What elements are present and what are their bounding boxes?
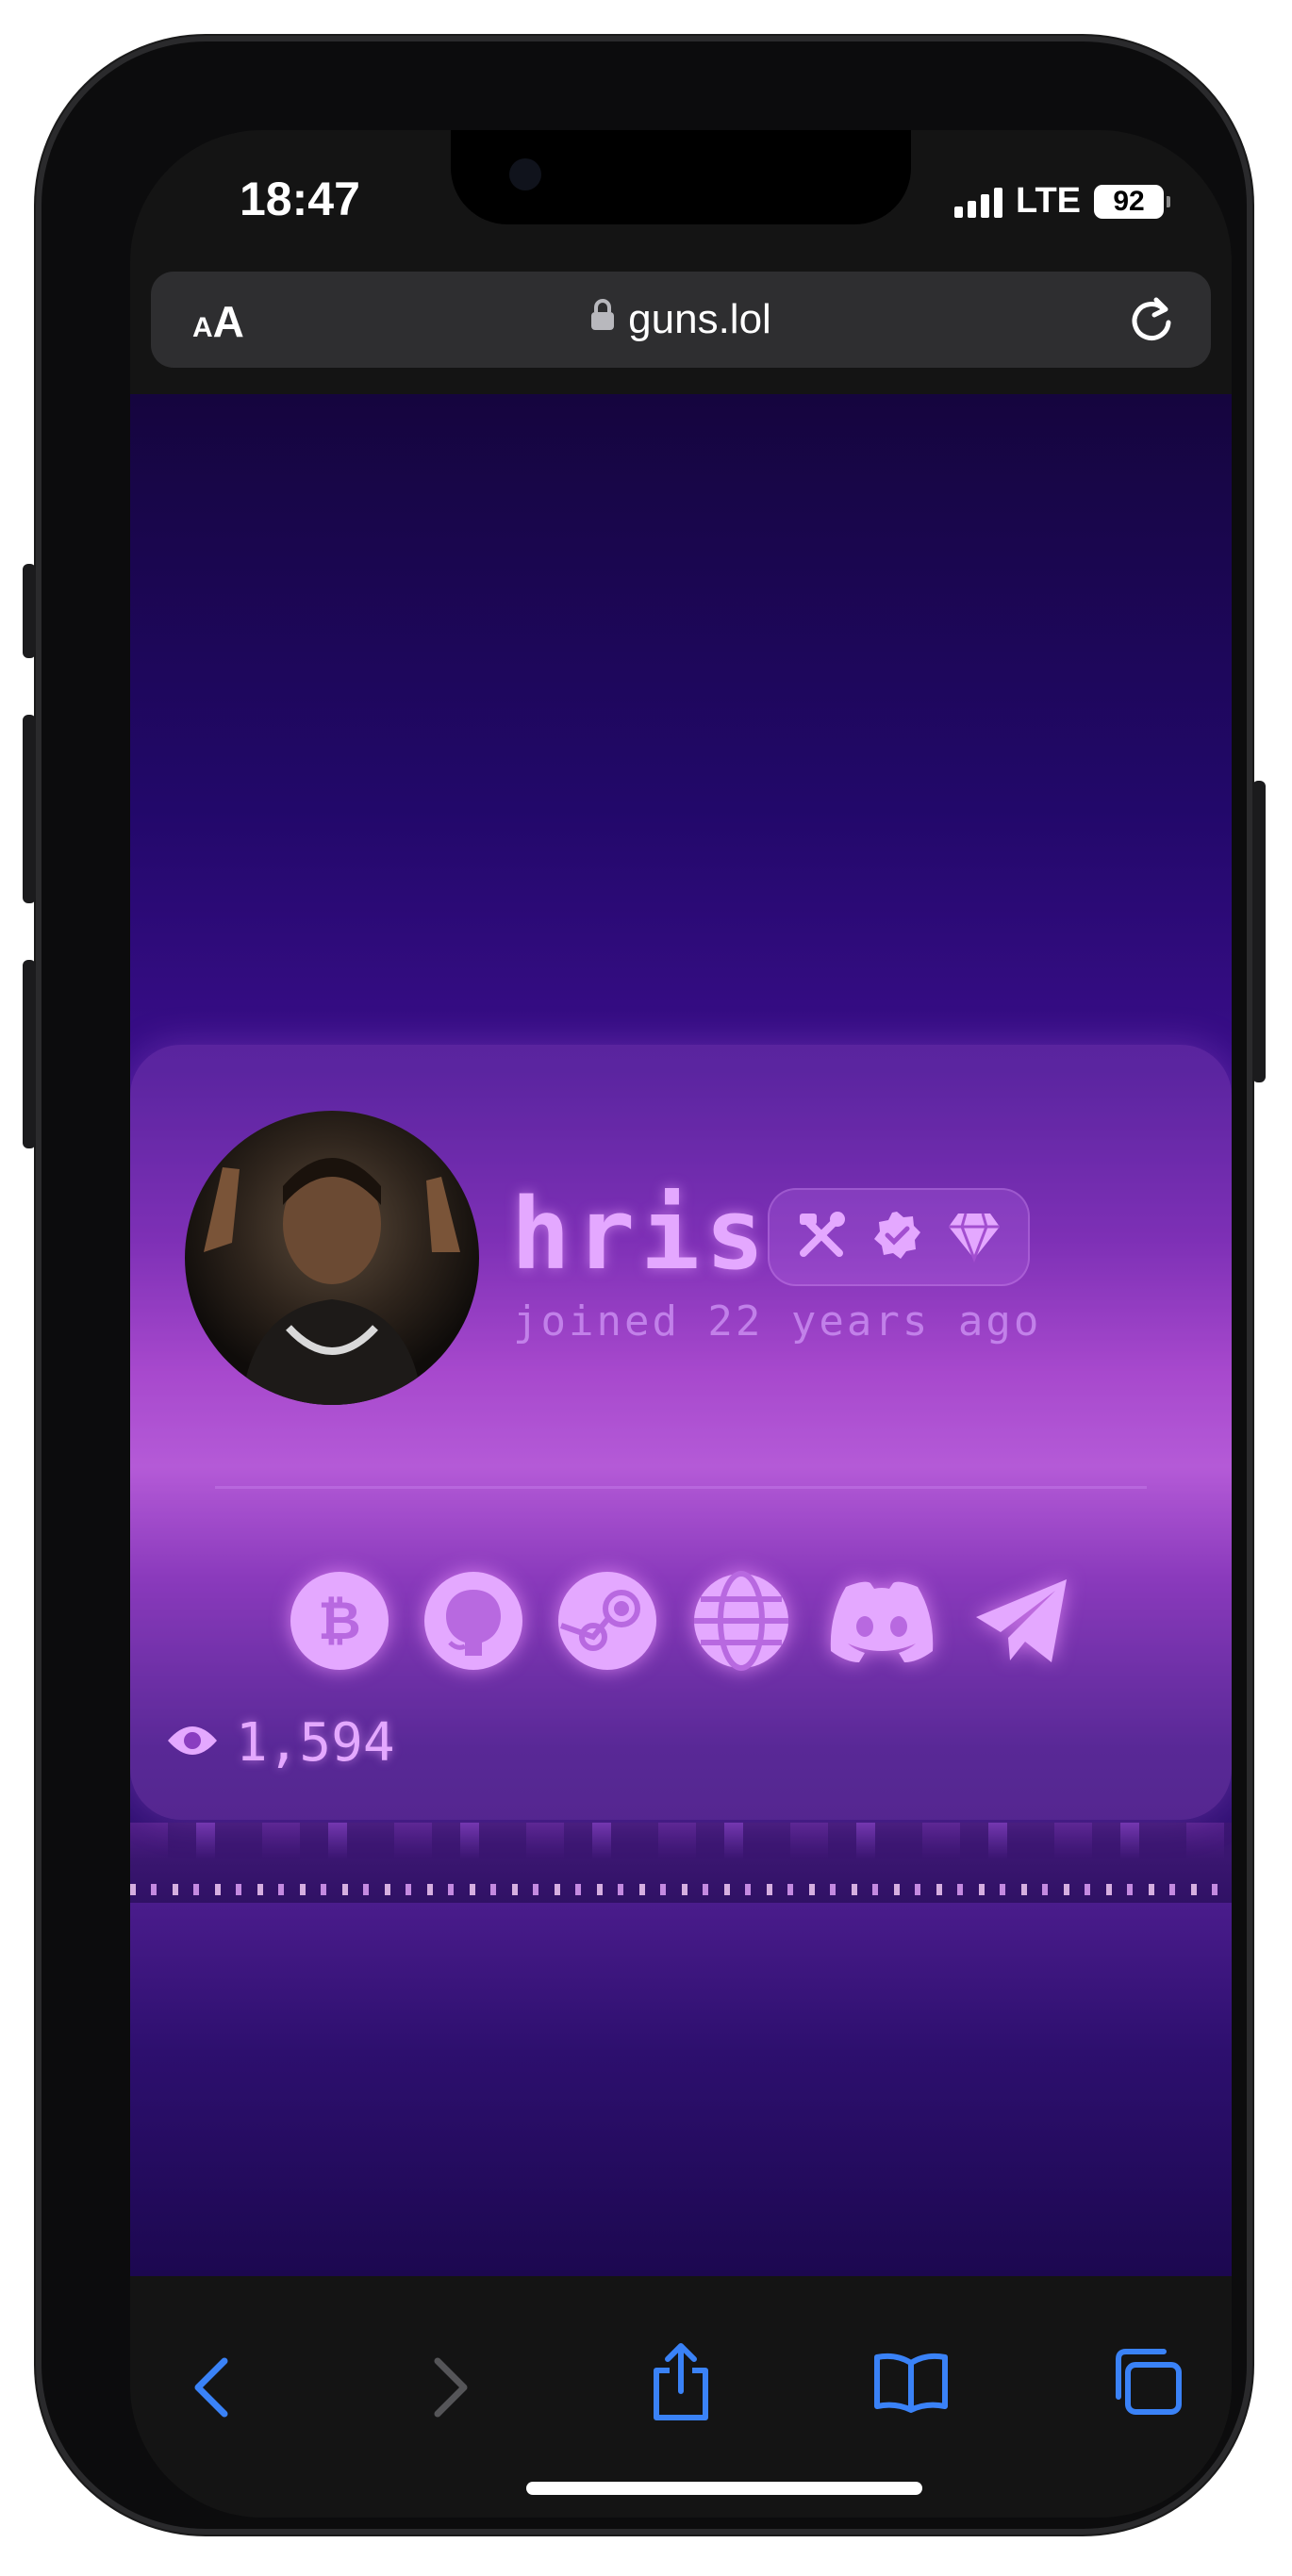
front-camera xyxy=(509,158,541,190)
divider xyxy=(215,1486,1147,1489)
username: hris xyxy=(511,1177,770,1292)
share-icon[interactable] xyxy=(647,2342,715,2426)
telegram-icon[interactable] xyxy=(972,1571,1072,1671)
url-display[interactable]: guns.lol xyxy=(151,296,1211,345)
forward-icon[interactable] xyxy=(430,2357,472,2422)
phone-frame: 18:47 LTE 92 AA guns.lol hris joined 22 … xyxy=(23,36,1266,2535)
view-counter: 1,594 xyxy=(166,1712,395,1774)
screen: 18:47 LTE 92 AA guns.lol hris joined 22 … xyxy=(130,130,1232,2518)
lock-icon xyxy=(590,294,615,341)
tabs-icon[interactable] xyxy=(1111,2348,1183,2420)
avatar[interactable] xyxy=(185,1111,479,1405)
notch xyxy=(451,130,911,224)
home-indicator[interactable] xyxy=(526,2482,922,2495)
signal-icon xyxy=(954,186,1003,218)
hammer-wrench-icon[interactable] xyxy=(794,1208,849,1267)
url-text: guns.lol xyxy=(628,296,771,342)
globe-icon[interactable] xyxy=(691,1571,791,1671)
web-content: hris joined 22 years ago ₿ 1,594 xyxy=(130,394,1232,2276)
mute-switch xyxy=(23,564,36,658)
volume-down-button xyxy=(23,960,36,1148)
eye-icon xyxy=(166,1722,219,1764)
address-bar[interactable]: AA guns.lol xyxy=(151,272,1211,368)
social-links: ₿ xyxy=(130,1571,1232,1671)
back-icon[interactable] xyxy=(190,2357,232,2422)
view-count: 1,594 xyxy=(236,1712,395,1774)
badge-group xyxy=(768,1188,1030,1286)
volume-up-button xyxy=(23,715,36,903)
battery-icon: 92 xyxy=(1094,184,1170,219)
profile-card: hris joined 22 years ago ₿ 1,594 xyxy=(130,1045,1232,1820)
status-time: 18:47 xyxy=(240,173,360,225)
joined-text: joined 22 years ago xyxy=(513,1297,1042,1346)
water-reflection xyxy=(130,1903,1232,2276)
github-icon[interactable] xyxy=(423,1571,523,1671)
bitcoin-icon[interactable]: ₿ xyxy=(290,1571,389,1671)
svg-text:₿: ₿ xyxy=(318,1591,361,1652)
city-lights xyxy=(130,1884,1232,1895)
diamond-icon[interactable] xyxy=(945,1208,1003,1267)
power-button xyxy=(1252,781,1266,1082)
battery-level: 92 xyxy=(1113,185,1145,217)
discord-icon[interactable] xyxy=(825,1571,938,1671)
bookmarks-icon[interactable] xyxy=(873,2352,949,2419)
verified-icon[interactable] xyxy=(870,1208,924,1267)
reload-icon[interactable] xyxy=(1126,294,1177,350)
steam-icon[interactable] xyxy=(557,1571,657,1671)
network-label: LTE xyxy=(1016,181,1081,221)
status-indicators: LTE 92 xyxy=(954,181,1170,222)
